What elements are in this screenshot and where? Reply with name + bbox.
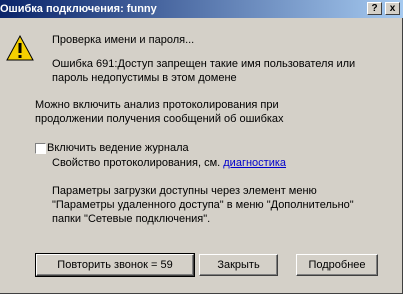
- info-text-line3: папки "Сетевые подключения".: [52, 213, 211, 225]
- info-text-line2: "Параметры удаленного доступа" в меню "Д…: [52, 199, 354, 211]
- analysis-text-line1: Можно включить анализ протоколирования п…: [35, 99, 279, 111]
- diagnostics-link[interactable]: диагностика: [223, 157, 286, 169]
- info-text-line1: Параметры загрузки доступны через элемен…: [52, 185, 317, 197]
- enable-logging-checkbox[interactable]: [35, 143, 46, 154]
- window-title: Ошибка подключения: funny: [0, 3, 157, 15]
- redial-button[interactable]: Повторить звонок = 59: [35, 253, 195, 277]
- error-text-line1: Ошибка 691:Доступ запрещен такие имя пол…: [52, 58, 356, 70]
- error-dialog: Ошибка подключения: funny ? x Проверка и…: [0, 0, 403, 294]
- close-button[interactable]: Закрыть: [199, 254, 278, 276]
- more-info-button[interactable]: Подробнее: [296, 254, 378, 276]
- error-text-line2: пароль недопустимы в этом домене: [52, 72, 237, 84]
- logging-properties-text: Свойство протоколирования, см.: [52, 157, 221, 169]
- close-window-button[interactable]: x: [385, 2, 400, 15]
- checking-text: Проверка имени и пароля...: [52, 34, 195, 46]
- logging-properties-row: Свойство протоколирования, см. диагности…: [52, 156, 286, 170]
- title-bar[interactable]: Ошибка подключения: funny ? x: [0, 0, 403, 18]
- enable-logging-label[interactable]: Включить ведение журнала: [47, 141, 189, 155]
- warning-icon: [6, 34, 34, 61]
- analysis-text-line2: продолжении получения сообщений об ошибк…: [35, 113, 284, 125]
- help-button[interactable]: ?: [367, 2, 382, 15]
